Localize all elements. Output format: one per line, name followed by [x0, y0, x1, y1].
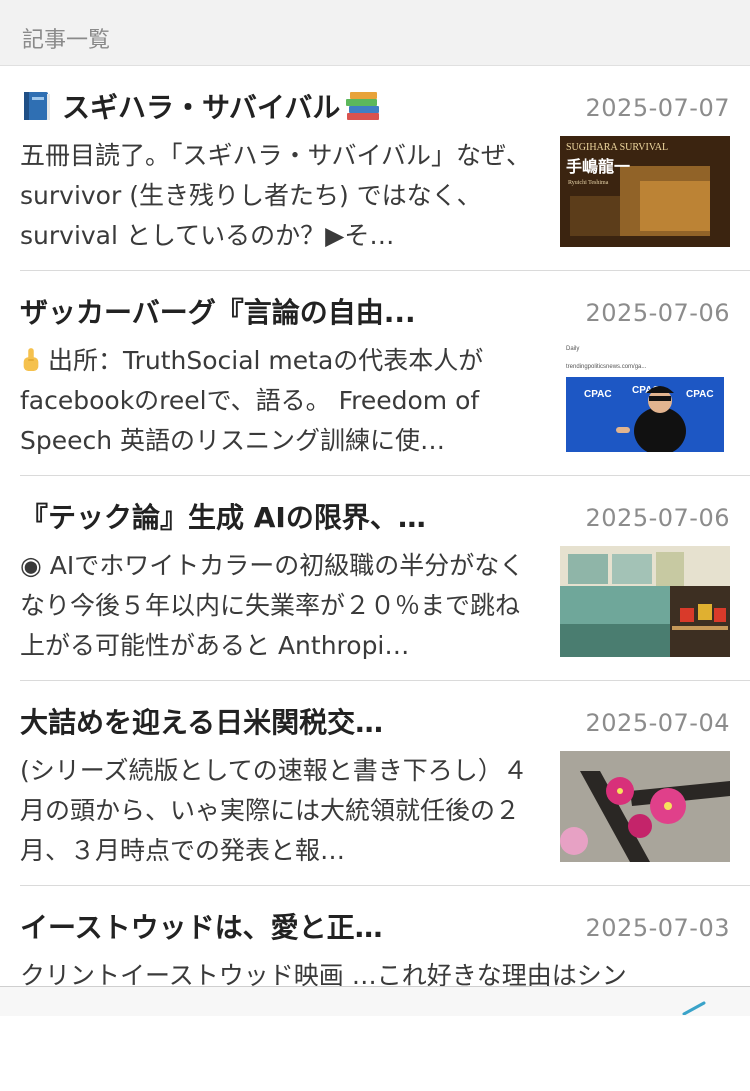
- article-list-item[interactable]: スギハラ・サバイバル 2025-07-07 五冊目読了。「スギハラ・サバイバル」…: [20, 66, 750, 271]
- blue-book-icon: [24, 92, 50, 120]
- article-title-row: 大詰めを迎える日米関税交…: [20, 701, 550, 741]
- article-thumbnail[interactable]: SUGIHARA SURVIVAL 手嶋龍一 Ryuichi Teshima: [560, 136, 730, 247]
- article-excerpt: 出所：TruthSocial metaの代表本人がfacebookのreelで、…: [20, 341, 540, 461]
- article-excerpt: 五冊目読了。「スギハラ・サバイバル」なぜ、survivor (生き残りし者たち)…: [20, 141, 532, 250]
- thumb-caption-1: Daily: [566, 346, 579, 352]
- thumb-cover-author-en: Ryuichi Teshima: [568, 180, 609, 186]
- article-title-row: ザッカーバーグ『言論の自由...: [20, 291, 550, 331]
- book-cover-image: SUGIHARA SURVIVAL 手嶋龍一 Ryuichi Teshima: [560, 136, 730, 247]
- bottom-toolbar: [0, 986, 750, 1016]
- page-title: 記事一覧: [22, 28, 111, 53]
- thumb-logo-3: CPAC: [686, 389, 714, 400]
- office-pool-image: [560, 546, 730, 657]
- article-title: ザッカーバーグ『言論の自由...: [20, 296, 416, 329]
- article-list-item[interactable]: 大詰めを迎える日米関税交… 2025-07-04 (シリーズ続版としての速報と書…: [20, 681, 750, 886]
- article-title-row: 『テック論』生成 AIの限界、…: [20, 496, 550, 536]
- article-date: 2025-07-07: [585, 94, 730, 122]
- article-list-item[interactable]: 『テック論』生成 AIの限界、… 2025-07-06 ◉ AIでホワイトカラー…: [20, 476, 750, 681]
- compose-icon[interactable]: [680, 1001, 710, 1015]
- article-date: 2025-07-06: [585, 299, 730, 327]
- article-list-item[interactable]: ザッカーバーグ『言論の自由... 2025-07-06 出所：TruthSoci…: [20, 271, 750, 476]
- article-title: イーストウッドは、愛と正…: [20, 911, 383, 944]
- article-title-row: スギハラ・サバイバル: [20, 86, 550, 126]
- section-header: 記事一覧: [0, 0, 750, 66]
- article-date: 2025-07-06: [585, 504, 730, 532]
- thumb-cover-title: SUGIHARA SURVIVAL: [566, 142, 668, 153]
- article-thumbnail[interactable]: [560, 751, 730, 862]
- books-icon: [346, 92, 380, 120]
- article-excerpt: (シリーズ続版としての速報と書き下ろし）４月の頭から、いゃ実際には大統領就任後の…: [20, 756, 528, 865]
- article-excerpt: ◉ AIでホワイトカラーの初級職の半分がなくなり今後５年以内に失業率が２０％まで…: [20, 551, 525, 660]
- thumb-logo-1: CPAC: [584, 389, 612, 400]
- flowers-image: [560, 751, 730, 862]
- article-date: 2025-07-03: [585, 914, 730, 942]
- news-screenshot-image: Daily trendingpoliticsnews.com/ga... CPA…: [560, 341, 730, 452]
- pointing-finger-icon: [23, 348, 39, 371]
- article-thumbnail[interactable]: Daily trendingpoliticsnews.com/ga... CPA…: [560, 341, 730, 452]
- article-date: 2025-07-04: [585, 709, 730, 737]
- article-thumbnail[interactable]: [560, 546, 730, 657]
- thumb-cover-author: 手嶋龍一: [566, 157, 630, 176]
- article-title-row: イーストウッドは、愛と正…: [20, 906, 550, 946]
- article-title: スギハラ・サバイバル: [62, 91, 341, 124]
- thumb-caption-2: trendingpoliticsnews.com/ga...: [566, 364, 647, 370]
- article-title: 大詰めを迎える日米関税交…: [20, 706, 384, 739]
- article-title: 『テック論』生成 AIの限界、…: [20, 501, 426, 534]
- article-excerpt-text: 出所：TruthSocial metaの代表本人がfacebookのreelで、…: [20, 346, 484, 455]
- article-list: スギハラ・サバイバル 2025-07-07 五冊目読了。「スギハラ・サバイバル」…: [0, 66, 750, 1091]
